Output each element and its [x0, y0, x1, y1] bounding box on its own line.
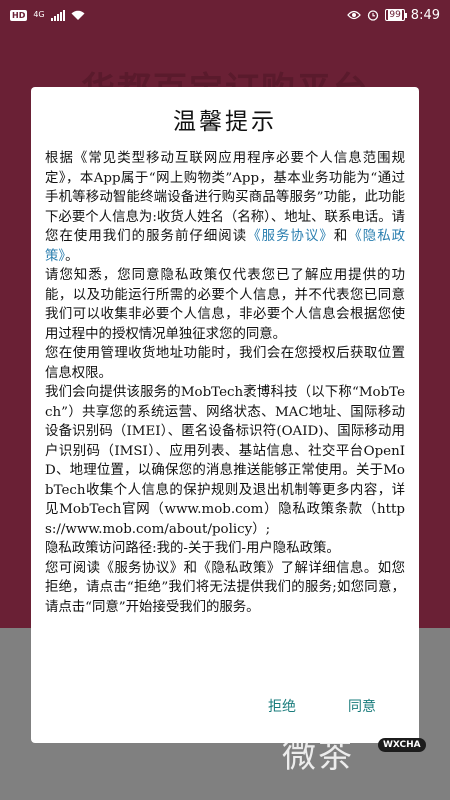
agree-button[interactable]: 同意 [348, 696, 376, 716]
dialog-paragraph: 您在使用管理收货地址功能时，我们会在您授权后获取位置信息权限。 [45, 346, 405, 381]
dialog-paragraph: 我们会向提供该服务的MobTech袤博科技（以下称“MobTech”）共享您的系… [45, 385, 405, 537]
signal-icon [50, 9, 65, 21]
status-bar: HD 4G 99 8:49 [0, 0, 450, 30]
dialog-paragraph: 根据《常见类型移动互联网应用程序必要个人信息范围规定》，本App属于“网上购物类… [45, 149, 405, 266]
reject-button[interactable]: 拒绝 [268, 696, 296, 716]
service-agreement-link[interactable]: 《服务协议》 [247, 229, 334, 244]
wifi-icon [71, 10, 85, 20]
watermark-logo: 微茶 WXCHA [282, 726, 442, 786]
alarm-icon [368, 10, 379, 21]
paragraph-text: 和 [333, 229, 349, 244]
status-bar-right: 99 8:49 [347, 8, 440, 23]
network-type: 4G [33, 10, 45, 19]
clock: 8:49 [410, 7, 440, 23]
paragraph-text: 。 [65, 248, 79, 264]
dialog-paragraph: 请您知悉，您同意隐私政策仅代表您已了解应用提供的功能，以及功能运行所需的必要个人… [45, 268, 405, 342]
dialog-title: 温馨提示 [173, 109, 277, 135]
watermark-badge: WXCHA [378, 738, 426, 752]
battery-icon: 99 [385, 9, 408, 21]
dialog-paragraph: 您可阅读《服务协议》和《隐私政策》了解详细信息。如您拒绝，请点击“拒绝”我们将无… [45, 560, 405, 615]
status-bar-left: HD 4G [10, 9, 85, 21]
watermark-text: 微茶 [282, 736, 354, 776]
hd-icon: HD [10, 9, 28, 21]
battery-level: 99 [388, 10, 402, 20]
privacy-dialog: 温馨提示 根据《常见类型移动互联网应用程序必要个人信息范围规定》，本App属于“… [31, 87, 419, 743]
eye-icon [347, 10, 362, 20]
dialog-body: 根据《常见类型移动互联网应用程序必要个人信息范围规定》，本App属于“网上购物类… [45, 149, 405, 689]
dialog-paragraph: 隐私政策访问路径:我的-关于我们-用户隐私政策。 [45, 541, 340, 556]
